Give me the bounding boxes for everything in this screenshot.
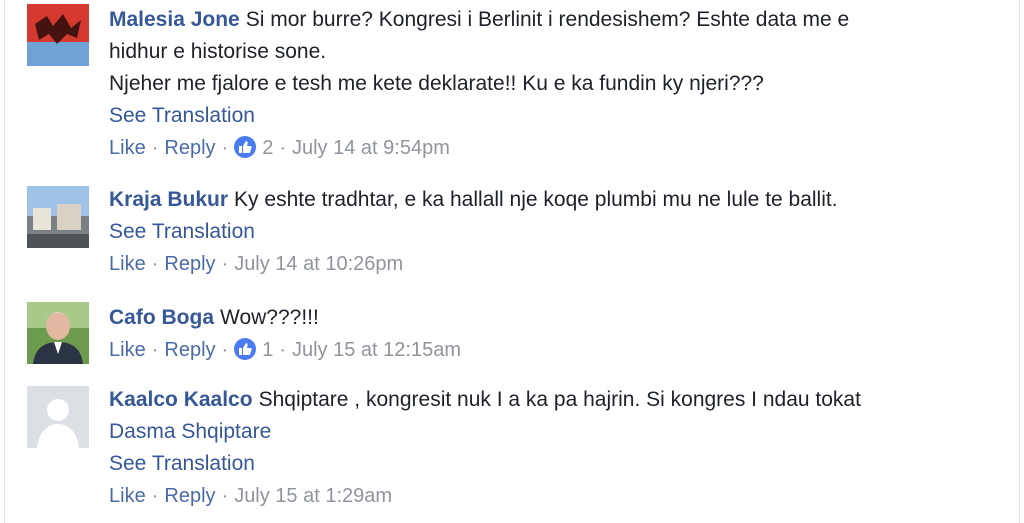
avatar[interactable]	[27, 386, 89, 448]
separator: ·	[151, 253, 159, 275]
comment-actions: Like · Reply · July 14 at 10:26pm	[109, 248, 1011, 280]
avatar[interactable]	[27, 186, 89, 248]
comment-actions: Like · Reply · 2 · July 14 at 9:54pm	[109, 132, 1011, 164]
separator: ·	[279, 137, 286, 159]
reply-button[interactable]: Reply	[164, 485, 215, 507]
like-button[interactable]: Like	[109, 485, 146, 507]
separator: ·	[151, 485, 159, 507]
timestamp[interactable]: July 14 at 9:54pm	[292, 137, 450, 159]
separator: ·	[279, 339, 286, 361]
see-translation-link[interactable]: See Translation	[109, 100, 1011, 132]
comment-actions: Like · Reply · 1 · July 15 at 12:15am	[109, 334, 1011, 366]
see-translation-link[interactable]: See Translation	[109, 216, 1011, 248]
timestamp[interactable]: July 15 at 1:29am	[234, 485, 392, 507]
thumbs-up-icon[interactable]	[234, 338, 257, 360]
separator: ·	[151, 339, 159, 361]
like-button[interactable]: Like	[109, 137, 146, 159]
reply-button[interactable]: Reply	[164, 339, 215, 361]
comment-text: Wow???!!!	[220, 306, 319, 329]
comment-text: Njeher me fjalore e tesh me kete deklara…	[109, 72, 764, 95]
reaction-count[interactable]: 1	[262, 339, 273, 361]
comment-text: Shqiptare , kongresit nuk I a ka pa hajr…	[258, 388, 861, 411]
like-button[interactable]: Like	[109, 339, 146, 361]
comment-actions: Like · Reply · July 15 at 1:29am	[109, 480, 1011, 512]
separator: ·	[151, 137, 159, 159]
see-translation-link[interactable]: See Translation	[109, 448, 1011, 480]
author-name[interactable]: Malesia Jone	[109, 8, 240, 31]
separator: ·	[221, 339, 229, 361]
reply-button[interactable]: Reply	[164, 253, 215, 275]
like-button[interactable]: Like	[109, 253, 146, 275]
comment-text: hidhur e historise sone.	[109, 40, 327, 63]
author-name[interactable]: Kraja Bukur	[109, 188, 228, 211]
reaction-count[interactable]: 2	[262, 137, 273, 159]
tagged-page-link[interactable]: Dasma Shqiptare	[109, 416, 1011, 448]
comment-text: Ky eshte tradhtar, e ka hallall nje koqe…	[234, 188, 838, 211]
thumbs-up-icon[interactable]	[234, 136, 257, 158]
timestamp[interactable]: July 15 at 12:15am	[292, 339, 461, 361]
comments-panel: Malesia Jone Si mor burre? Kongresi i Ber…	[4, 0, 1020, 523]
author-name[interactable]: Cafo Boga	[109, 306, 214, 329]
separator: ·	[221, 253, 229, 275]
separator: ·	[221, 137, 229, 159]
timestamp[interactable]: July 14 at 10:26pm	[234, 253, 403, 275]
reply-button[interactable]: Reply	[164, 137, 215, 159]
separator: ·	[221, 485, 229, 507]
comment-text: Si mor burre? Kongresi i Berlinit i rend…	[245, 8, 850, 31]
avatar[interactable]	[27, 4, 89, 66]
author-name[interactable]: Kaalco Kaalco	[109, 388, 253, 411]
avatar[interactable]	[27, 302, 89, 364]
